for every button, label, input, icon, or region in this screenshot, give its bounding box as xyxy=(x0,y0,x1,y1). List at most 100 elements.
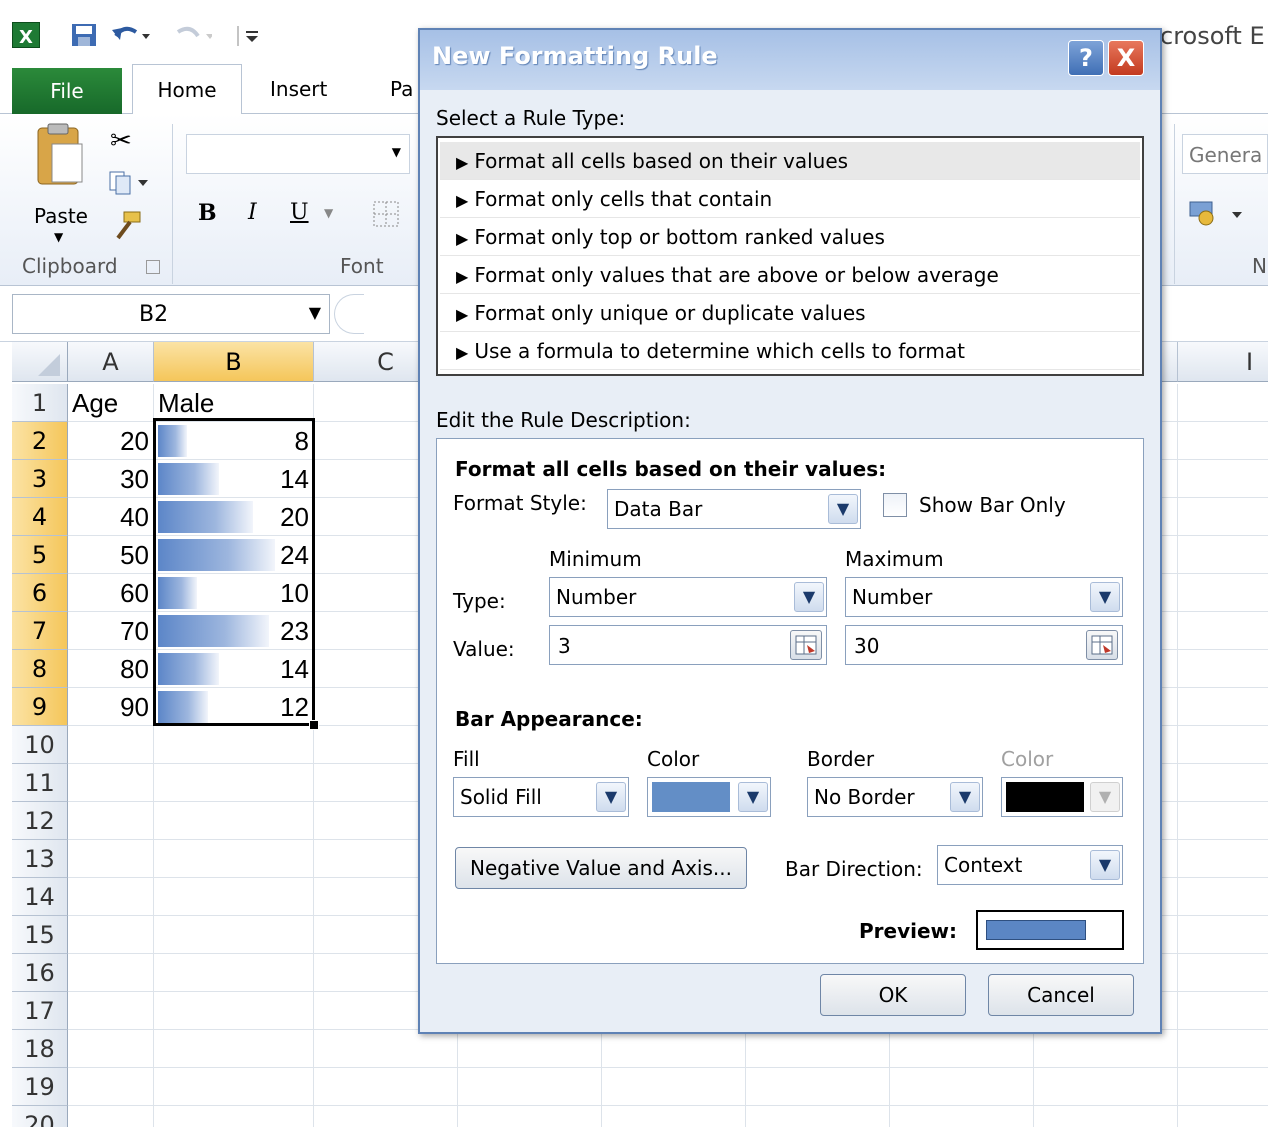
cell[interactable] xyxy=(314,1106,458,1127)
cell[interactable] xyxy=(1178,1068,1268,1106)
paste-dropdown-icon[interactable]: ▼ xyxy=(54,230,63,244)
cell[interactable] xyxy=(1034,1106,1178,1127)
range-select-icon[interactable] xyxy=(790,630,822,660)
negative-value-axis-button[interactable]: Negative Value and Axis... xyxy=(455,847,747,889)
row-header[interactable]: 1 xyxy=(12,384,68,422)
ok-button[interactable]: OK xyxy=(820,974,966,1016)
save-icon[interactable] xyxy=(70,22,98,48)
cell[interactable] xyxy=(1178,1106,1268,1127)
select-all-corner[interactable] xyxy=(12,342,68,382)
clipboard-launcher-icon[interactable] xyxy=(146,260,160,274)
fill-type-select[interactable]: Solid Fill ▼ xyxy=(453,777,629,817)
row-header[interactable]: 4 xyxy=(12,498,68,536)
cell[interactable] xyxy=(154,840,314,878)
cell[interactable] xyxy=(1178,422,1268,460)
row-header[interactable]: 10 xyxy=(12,726,68,764)
cell[interactable] xyxy=(1034,1068,1178,1106)
cell[interactable] xyxy=(458,1068,602,1106)
cell-b1[interactable]: Male xyxy=(154,384,314,422)
maximum-value-input[interactable]: 30 xyxy=(845,625,1123,665)
tab-home[interactable]: Home xyxy=(132,64,242,115)
cell[interactable] xyxy=(1178,802,1268,840)
cell-male[interactable]: 10 xyxy=(154,574,314,612)
row-header[interactable]: 13 xyxy=(12,840,68,878)
cell[interactable] xyxy=(154,878,314,916)
name-box[interactable]: B2 ▼ xyxy=(12,294,330,334)
cell[interactable] xyxy=(1178,536,1268,574)
cell[interactable] xyxy=(746,1030,890,1068)
cell-male[interactable]: 23 xyxy=(154,612,314,650)
cell[interactable] xyxy=(1178,916,1268,954)
cell-age[interactable]: 90 xyxy=(68,688,154,726)
accounting-format-icon[interactable] xyxy=(1188,198,1248,228)
cell[interactable] xyxy=(68,1030,154,1068)
cell[interactable] xyxy=(1034,1030,1178,1068)
cell-age[interactable]: 70 xyxy=(68,612,154,650)
row-header[interactable]: 3 xyxy=(12,460,68,498)
cut-icon[interactable]: ✂ xyxy=(110,126,132,156)
cell[interactable] xyxy=(458,1106,602,1127)
cell[interactable] xyxy=(1178,764,1268,802)
paste-button[interactable]: Paste ▼ xyxy=(30,122,90,244)
tab-file[interactable]: File xyxy=(12,68,122,114)
cell-male[interactable]: 14 xyxy=(154,460,314,498)
row-header[interactable]: 5 xyxy=(12,536,68,574)
cell[interactable] xyxy=(154,802,314,840)
cell[interactable] xyxy=(1178,460,1268,498)
chevron-down-icon[interactable]: ▼ xyxy=(1090,582,1120,612)
column-header-a[interactable]: A xyxy=(68,342,154,382)
cell[interactable] xyxy=(314,1030,458,1068)
cell[interactable] xyxy=(746,1068,890,1106)
borders-icon[interactable] xyxy=(372,200,402,228)
close-button[interactable]: X xyxy=(1108,40,1144,76)
cell[interactable] xyxy=(68,1068,154,1106)
cell[interactable] xyxy=(1178,1030,1268,1068)
cell[interactable] xyxy=(154,1030,314,1068)
cell[interactable] xyxy=(1178,726,1268,764)
cell[interactable] xyxy=(1178,574,1268,612)
cell[interactable] xyxy=(1178,612,1268,650)
row-header[interactable]: 15 xyxy=(12,916,68,954)
font-name-combo[interactable]: ▼ xyxy=(186,134,410,174)
row-header[interactable]: 16 xyxy=(12,954,68,992)
underline-dropdown-icon[interactable]: ▼ xyxy=(324,206,333,220)
cell[interactable] xyxy=(890,1068,1034,1106)
rule-type-item[interactable]: ▶ Format only cells that contain xyxy=(440,180,1140,218)
cell-male[interactable]: 12 xyxy=(154,688,314,726)
undo-icon[interactable] xyxy=(110,22,150,48)
cell[interactable] xyxy=(68,764,154,802)
cell[interactable] xyxy=(890,1030,1034,1068)
cell[interactable] xyxy=(68,802,154,840)
rule-type-item[interactable]: ▶ Format only unique or duplicate values xyxy=(440,294,1140,332)
chevron-down-icon[interactable]: ▼ xyxy=(738,782,768,812)
cell-age[interactable]: 50 xyxy=(68,536,154,574)
rule-type-item[interactable]: ▶ Format only values that are above or be… xyxy=(440,256,1140,294)
help-button[interactable]: ? xyxy=(1068,40,1104,76)
cell[interactable] xyxy=(154,916,314,954)
cancel-button[interactable]: Cancel xyxy=(988,974,1134,1016)
cell[interactable] xyxy=(154,726,314,764)
cell[interactable] xyxy=(1178,992,1268,1030)
cell[interactable] xyxy=(746,1106,890,1127)
cell[interactable] xyxy=(1178,688,1268,726)
dialog-titlebar[interactable]: New Formatting Rule ? X xyxy=(420,30,1160,90)
cell-male[interactable]: 8 xyxy=(154,422,314,460)
cell[interactable] xyxy=(68,878,154,916)
format-painter-icon[interactable] xyxy=(110,210,144,240)
cell[interactable] xyxy=(154,1106,314,1127)
cell[interactable] xyxy=(68,992,154,1030)
cell[interactable] xyxy=(1178,498,1268,536)
cell[interactable] xyxy=(458,1030,602,1068)
minimum-value-input[interactable]: 3 xyxy=(549,625,827,665)
italic-button[interactable]: I xyxy=(248,200,257,225)
cell[interactable] xyxy=(154,954,314,992)
cell-age[interactable]: 40 xyxy=(68,498,154,536)
row-header[interactable]: 14 xyxy=(12,878,68,916)
minimum-type-select[interactable]: Number ▼ xyxy=(549,577,827,617)
cell[interactable] xyxy=(1178,878,1268,916)
rule-type-item[interactable]: ▶ Use a formula to determine which cells … xyxy=(440,332,1140,370)
underline-button[interactable]: U xyxy=(290,200,309,225)
cell[interactable] xyxy=(602,1030,746,1068)
cell-age[interactable]: 20 xyxy=(68,422,154,460)
cell[interactable] xyxy=(68,916,154,954)
